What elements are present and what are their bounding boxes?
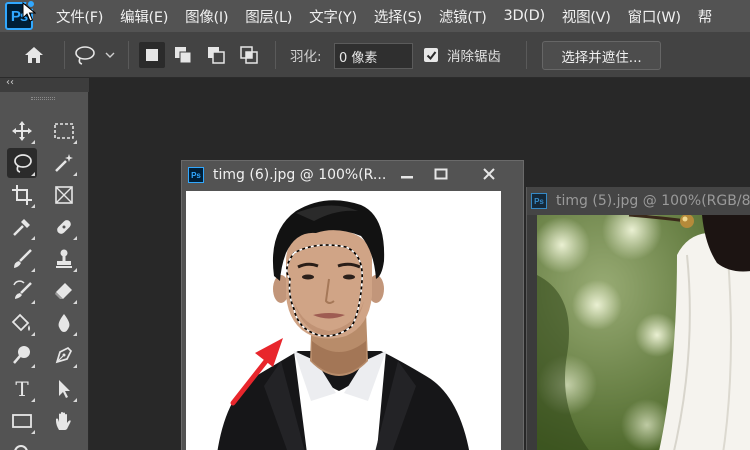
subtract-from-selection-icon[interactable] [203,42,229,68]
menu-filter[interactable]: 滤镜(T) [439,6,487,27]
new-selection-icon[interactable] [139,42,165,68]
maximize-icon[interactable] [424,161,458,187]
document-title: timg (5).jpg @ 100%(RGB/8#) [556,193,750,209]
healing-brush-tool-icon[interactable] [49,212,79,242]
frame-tool-icon[interactable] [49,180,79,210]
document-title: timg (6).jpg @ 100%(R... [213,167,387,183]
crop-tool-icon[interactable] [7,180,37,210]
minimize-icon[interactable] [390,161,424,187]
document-titlebar[interactable]: Ps timg (6).jpg @ 100%(R... [182,161,523,189]
menu-items: 文件(F) 编辑(E) 图像(I) 图层(L) 文字(Y) 选择(S) 滤镜(T… [56,0,729,32]
move-tool-icon[interactable] [7,116,37,146]
antialias-checkbox[interactable] [424,48,438,62]
menu-file[interactable]: 文件(F) [56,6,103,27]
separator [64,41,65,69]
feather-input[interactable]: 0 像素 [334,43,413,69]
add-to-selection-icon[interactable] [170,42,196,68]
menu-image[interactable]: 图像(I) [185,6,228,27]
clone-stamp-tool-icon[interactable] [49,244,79,274]
magic-wand-tool-icon[interactable] [49,148,79,178]
checkmark-icon [426,50,436,60]
zoom-tool-icon[interactable] [7,438,37,450]
blur-tool-icon[interactable] [49,308,79,338]
menu-layer[interactable]: 图层(L) [245,6,292,27]
history-brush-tool-icon[interactable] [7,276,37,306]
options-bar: 羽化: 0 像素 消除锯齿 选择并遮住... [0,32,750,78]
ps-file-icon: Ps [531,193,547,209]
marquee-tool-icon[interactable] [49,116,79,146]
menu-select[interactable]: 选择(S) [374,6,422,27]
menu-type[interactable]: 文字(Y) [309,6,357,27]
document-window-timg6[interactable]: Ps timg (6).jpg @ 100%(R... [181,160,524,450]
photo-portrait-image [186,191,501,450]
separator [275,41,276,69]
ps-file-icon: Ps [188,167,204,183]
vertical-scrollbar[interactable] [502,189,523,450]
menu-bar: Ps 文件(F) 编辑(E) 图像(I) 图层(L) 文字(Y) 选择(S) 滤… [0,0,750,32]
brush-tool-icon[interactable] [7,244,37,274]
document-window-timg5[interactable]: Ps timg (5).jpg @ 100%(RGB/8#) [526,187,750,450]
feather-label: 羽化: [290,49,322,65]
pen-tool-icon[interactable] [49,340,79,370]
rectangle-tool-icon[interactable] [7,406,37,436]
separator [526,41,527,69]
menu-window[interactable]: 窗口(W) [628,6,681,27]
home-icon[interactable] [22,43,46,67]
eraser-tool-icon[interactable] [49,276,79,306]
panel-grip[interactable] [31,97,55,100]
type-tool-icon[interactable]: T [7,374,37,404]
paint-bucket-tool-icon[interactable] [7,308,37,338]
lasso-tool-icon[interactable] [7,148,37,178]
dodge-tool-icon[interactable] [7,340,37,370]
menu-3d[interactable]: 3D(D) [504,8,546,24]
document-titlebar[interactable]: Ps timg (5).jpg @ 100%(RGB/8#) [527,187,750,215]
document-canvas[interactable] [537,215,750,450]
lasso-tool-preset-icon[interactable] [72,43,118,67]
close-icon[interactable] [472,161,506,187]
separator [128,41,129,69]
document-canvas[interactable] [186,191,501,450]
antialias-label: 消除锯齿 [447,49,501,65]
tools-panel: ‹‹ T [0,77,89,450]
type-tool-glyph: T [15,377,29,401]
menu-view[interactable]: 视图(V) [562,6,611,27]
eyedropper-tool-icon[interactable] [7,212,37,242]
collapse-panel-icon[interactable]: ‹‹ [6,77,14,88]
mouse-cursor-icon [22,2,36,22]
menu-edit[interactable]: 编辑(E) [120,6,168,27]
tools-panel-header: ‹‹ [0,77,89,92]
intersect-selection-icon[interactable] [236,42,262,68]
path-selection-tool-icon[interactable] [49,374,79,404]
menu-help[interactable]: 帮 [698,6,713,27]
photo-wedding-image [537,215,750,450]
select-and-mask-button[interactable]: 选择并遮住... [542,41,661,70]
hand-tool-icon[interactable] [49,406,79,436]
